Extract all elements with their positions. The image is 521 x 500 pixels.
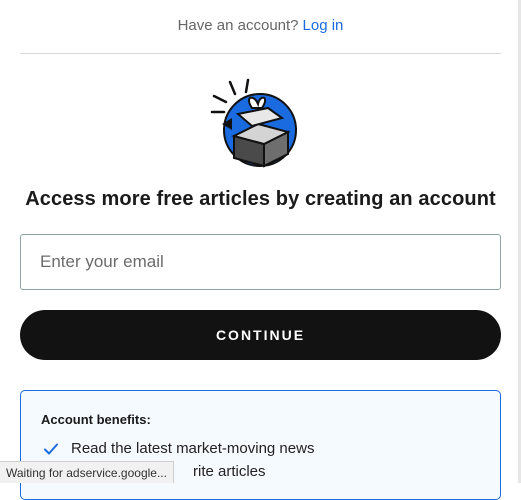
continue-button[interactable]: CONTINUE — [20, 310, 501, 360]
account-prompt-text: Have an account? — [177, 16, 299, 34]
benefit-item: Read the latest market-moving news — [43, 440, 314, 457]
benefit-text: rite articles — [193, 463, 266, 480]
login-link[interactable]: Log in — [303, 17, 344, 34]
page-title: Access more free articles by creating an… — [25, 188, 496, 210]
email-field[interactable] — [20, 234, 501, 290]
benefit-text: Read the latest market-moving news — [71, 440, 315, 457]
divider — [20, 53, 501, 54]
account-benefits-panel: Account benefits: Read the latest market… — [20, 390, 501, 500]
check-icon — [44, 443, 58, 454]
account-prompt: Have an account? Log in — [0, 0, 521, 50]
browser-status-bar: Waiting for adservice.google... — [0, 461, 174, 483]
benefits-title: Account benefits: — [41, 412, 151, 427]
gift-box-illustration — [210, 78, 297, 168]
